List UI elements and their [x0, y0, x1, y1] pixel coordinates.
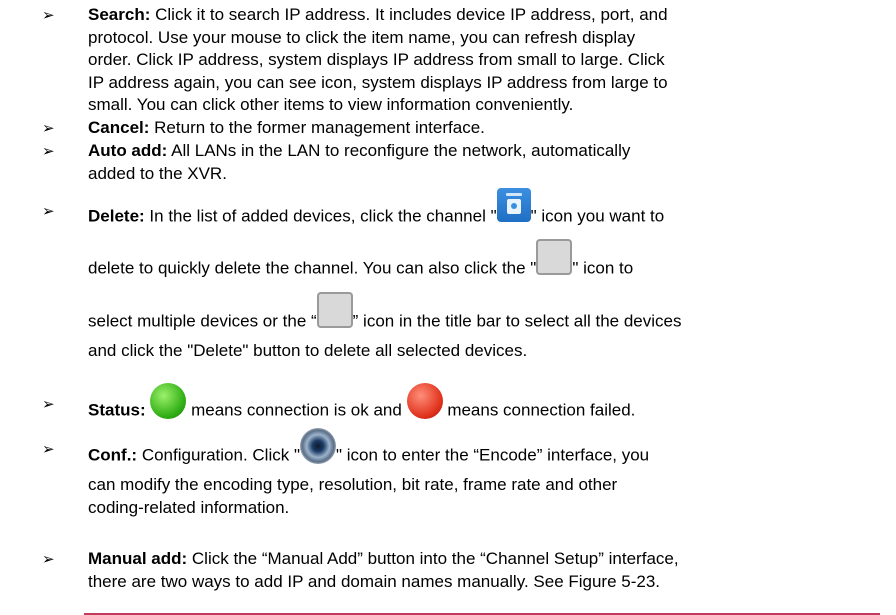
item-line: Click it to search IP address. It includ… — [155, 5, 668, 24]
item-segment: means connection is ok and — [191, 400, 402, 420]
item-term: Search: — [88, 5, 151, 24]
bullet-icon: ➢ — [42, 119, 55, 137]
item-line: All LANs in the LAN to reconfigure the n… — [171, 141, 631, 160]
item-line: Click the “Manual Add” button into the “… — [191, 549, 679, 568]
item-segment: means connection failed. — [447, 400, 636, 420]
item-segment: " icon you want to — [530, 206, 665, 226]
item-term: Conf.: — [88, 445, 138, 465]
item-line: protocol. Use your mouse to click the it… — [88, 27, 636, 47]
camera-icon — [299, 428, 336, 464]
item-term: Auto add: — [88, 141, 168, 160]
item-segment: delete to quickly delete the channel. Yo… — [88, 258, 537, 278]
item-segment: " icon to — [572, 258, 634, 278]
item-term: Manual add: — [88, 549, 188, 568]
item-line: added to the XVR. — [88, 163, 227, 183]
bullet-icon: ➢ — [42, 440, 55, 458]
item-text: Cancel: Return to the former management … — [88, 117, 884, 140]
item-line: small. You can click other items to view… — [88, 95, 574, 114]
item-segment: ” icon in the title bar to select all th… — [352, 311, 682, 331]
item-line: can modify the encoding type, resolution… — [88, 475, 618, 494]
item-term: Cancel: — [88, 118, 150, 137]
item-line: and click the "Delete" button to delete … — [88, 341, 528, 360]
green-status-icon — [150, 383, 187, 419]
checkbox-icon — [536, 239, 573, 275]
bullet-icon: ➢ — [42, 142, 55, 160]
item-text: Conf.: Configuration. Click " " icon to e… — [88, 428, 884, 519]
item-text: Search: Click it to search IP address. I… — [88, 4, 884, 117]
item-segment: Configuration. Click " — [141, 445, 300, 465]
item-line: order. Click IP address, system displays… — [88, 50, 665, 69]
bullet-icon: ➢ — [42, 395, 55, 413]
item-line: IP address again, you can see icon, syst… — [88, 72, 668, 92]
item-line: Return to the former management interfac… — [154, 118, 485, 137]
item-text: Delete: In the list of added devices, cl… — [88, 188, 884, 363]
item-line: there are two ways to add IP and domain … — [88, 571, 661, 591]
trash-icon — [496, 188, 531, 222]
red-status-icon — [406, 383, 443, 419]
bullet-icon: ➢ — [42, 6, 55, 24]
item-term: Status: — [88, 400, 146, 420]
item-text: Manual add: Click the “Manual Add” butto… — [88, 548, 884, 593]
item-text: Status: means connection is ok and means… — [88, 383, 884, 429]
item-line: coding-related information. — [88, 497, 290, 517]
item-segment: " icon to enter the “Encode” interface, … — [335, 445, 650, 465]
item-text: Auto add: All LANs in the LAN to reconfi… — [88, 140, 884, 185]
bullet-icon: ➢ — [42, 550, 55, 568]
item-segment: select multiple devices or the “ — [88, 311, 317, 331]
bullet-icon: ➢ — [42, 202, 55, 220]
item-term: Delete: — [88, 206, 145, 226]
checkbox-icon — [316, 292, 353, 328]
item-segment: In the list of added devices, click the … — [149, 206, 497, 226]
